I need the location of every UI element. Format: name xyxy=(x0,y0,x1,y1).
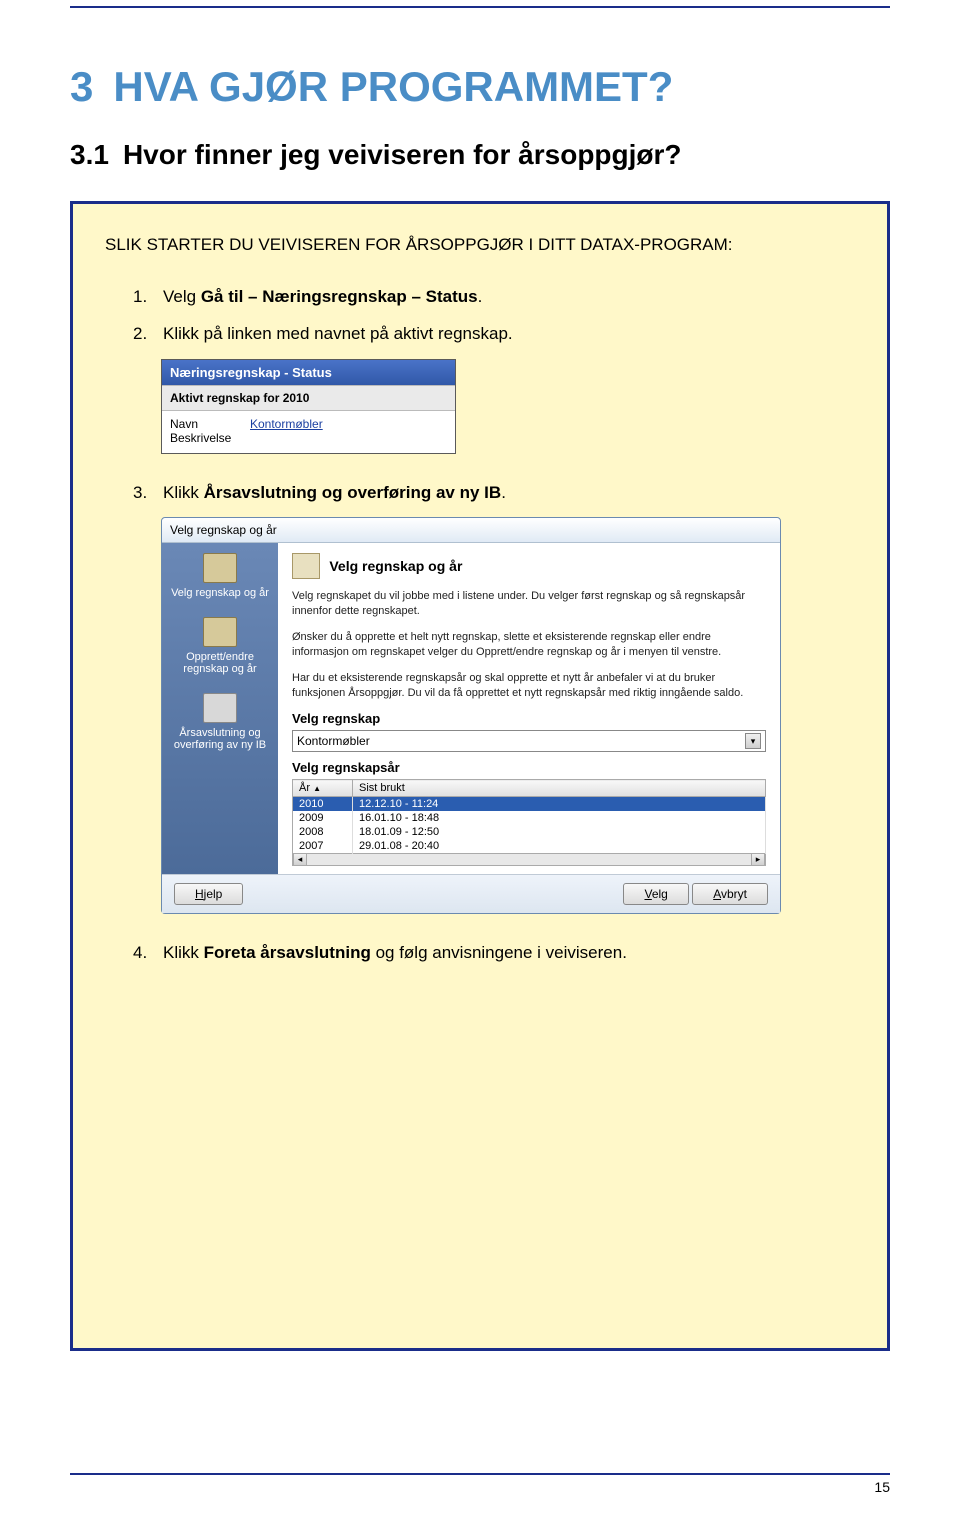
dropdown-value: Kontormøbler xyxy=(297,734,370,748)
label-navn: Navn xyxy=(170,417,250,431)
dialog-titlebar: Velg regnskap og år xyxy=(162,518,780,543)
scroll-right-icon[interactable]: ▸ xyxy=(751,854,765,865)
table-row[interactable]: 200729.01.08 - 20:40 xyxy=(293,839,766,854)
section-title: 3.1 Hvor finner jeg veiviseren for årsopp… xyxy=(70,139,890,171)
label-beskrivelse: Beskrivelse xyxy=(170,431,250,445)
step-4: 4. Klikk Foreta årsavslutning og følg an… xyxy=(105,940,855,966)
header-rule xyxy=(70,6,890,8)
col-ar[interactable]: År ▲ xyxy=(293,780,353,797)
folder-edit-icon xyxy=(203,617,237,647)
instruction-intro: SLIK STARTER DU VEIVISEREN FOR ÅRSOPPGJØ… xyxy=(105,232,855,258)
dropdown-regnskap[interactable]: Kontormøbler ▾ xyxy=(292,730,766,752)
panel-subtitle: Aktivt regnskap for 2010 xyxy=(162,385,455,411)
chapter-number: 3 xyxy=(70,63,93,110)
table-row[interactable]: 201012.12.10 - 11:24 xyxy=(293,797,766,812)
link-regnskap-name[interactable]: Kontormøbler xyxy=(250,417,323,431)
dialog-para-2: Ønsker du å opprette et helt nytt regnsk… xyxy=(292,630,766,661)
scroll-left-icon[interactable]: ◂ xyxy=(293,854,307,865)
chevron-down-icon: ▾ xyxy=(745,733,761,749)
label-velg-regnskap: Velg regnskap xyxy=(292,711,766,726)
step-text: Velg Gå til – Næringsregnskap – Status. xyxy=(163,284,855,310)
screenshot-dialog: Velg regnskap og år Velg regnskap og år … xyxy=(161,517,781,914)
horizontal-scrollbar[interactable]: ◂▸ xyxy=(292,854,766,866)
page-number: 15 xyxy=(70,1479,890,1495)
chapter-title: 3 HVA GJØR PROGRAMMET? xyxy=(70,63,890,111)
step-2: 2. Klikk på linken med navnet på aktivt … xyxy=(105,321,855,347)
document-icon xyxy=(203,693,237,723)
step-text: Klikk på linken med navnet på aktivt reg… xyxy=(163,321,855,347)
step-3: 3. Klikk Årsavslutning og overføring av … xyxy=(105,480,855,506)
table-row[interactable]: 200818.01.09 - 12:50 xyxy=(293,825,766,839)
section-text: Hvor finner jeg veiviseren for årsoppgjø… xyxy=(123,139,682,170)
dialog-main: Velg regnskap og år Velg regnskapet du v… xyxy=(278,543,780,874)
dialog-sidebar: Velg regnskap og år Opprett/endre regnsk… xyxy=(162,543,278,874)
step-number: 4. xyxy=(133,940,163,966)
instruction-box: SLIK STARTER DU VEIVISEREN FOR ÅRSOPPGJØ… xyxy=(70,201,890,1351)
velg-button[interactable]: Velg xyxy=(623,883,688,905)
chapter-text: HVA GJØR PROGRAMMET? xyxy=(113,63,673,110)
dialog-button-bar: Hjelp Velg Avbryt xyxy=(162,874,780,913)
avbryt-button[interactable]: Avbryt xyxy=(692,883,768,905)
folder-open-icon xyxy=(203,553,237,583)
label-velg-regnskapsar: Velg regnskapsår xyxy=(292,760,766,775)
page-footer: 15 xyxy=(70,1473,890,1495)
step-number: 1. xyxy=(133,284,163,310)
section-number: 3.1 xyxy=(70,139,109,170)
year-table[interactable]: År ▲ Sist brukt 201012.12.10 - 11:24 200… xyxy=(292,779,766,854)
step-1: 1. Velg Gå til – Næringsregnskap – Statu… xyxy=(105,284,855,310)
screenshot-status-panel: Næringsregnskap - Status Aktivt regnskap… xyxy=(161,359,456,454)
dialog-para-3: Har du et eksisterende regnskapsår og sk… xyxy=(292,671,766,702)
step-text: Klikk Foreta årsavslutning og følg anvis… xyxy=(163,940,855,966)
dialog-para-1: Velg regnskapet du vil jobbe med i liste… xyxy=(292,589,766,620)
table-row[interactable]: 200916.01.10 - 18:48 xyxy=(293,811,766,825)
sidebar-item-arsavslutning[interactable]: Årsavslutning og overføring av ny IB xyxy=(168,693,272,751)
step-number: 3. xyxy=(133,480,163,506)
panel-title: Næringsregnskap - Status xyxy=(162,360,455,385)
help-button[interactable]: Hjelp xyxy=(174,883,243,905)
dialog-heading: Velg regnskap og år xyxy=(329,558,462,574)
step-number: 2. xyxy=(133,321,163,347)
step-text: Klikk Årsavslutning og overføring av ny … xyxy=(163,480,855,506)
sidebar-item-velg[interactable]: Velg regnskap og år xyxy=(168,553,272,599)
footer-rule xyxy=(70,1473,890,1475)
col-sist-brukt[interactable]: Sist brukt xyxy=(353,780,766,797)
wizard-icon xyxy=(292,553,320,579)
sidebar-item-opprett[interactable]: Opprett/endre regnskap og år xyxy=(168,617,272,675)
